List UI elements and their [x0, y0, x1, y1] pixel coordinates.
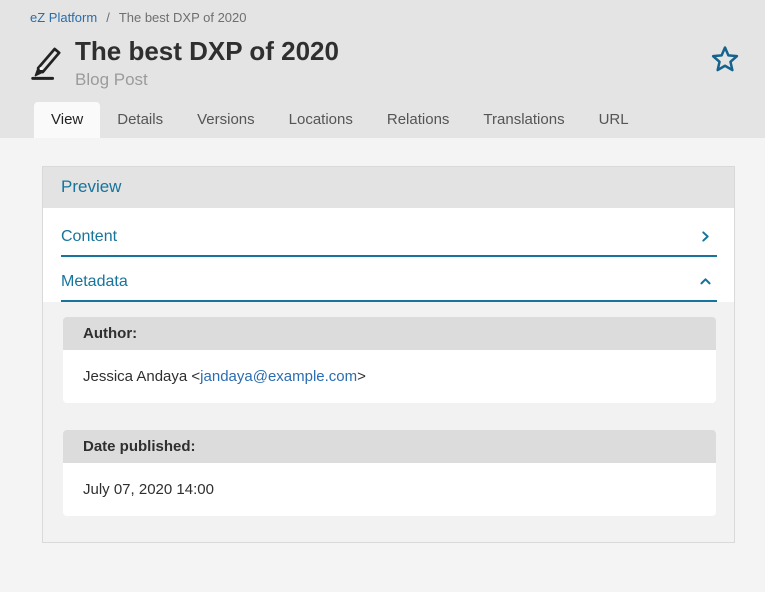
author-label: Author: [63, 317, 716, 350]
breadcrumb-link-home[interactable]: eZ Platform [30, 10, 97, 25]
author-value: Jessica Andaya <jandaya@example.com> [63, 350, 716, 403]
tab-translations[interactable]: Translations [466, 102, 581, 138]
tab-locations[interactable]: Locations [272, 102, 370, 138]
accordion-metadata-label: Metadata [61, 273, 128, 291]
tab-relations[interactable]: Relations [370, 102, 467, 138]
accordion-metadata[interactable]: Metadata [61, 257, 717, 302]
accordion-list: Content Metadata [43, 208, 734, 302]
author-email-link[interactable]: jandaya@example.com [200, 368, 357, 385]
accordion-content[interactable]: Content [61, 212, 717, 257]
top-header: eZ Platform / The best DXP of 2020 The b… [0, 0, 765, 138]
metadata-content: Author: Jessica Andaya <jandaya@example.… [43, 302, 734, 542]
attribute-author: Author: Jessica Andaya <jandaya@example.… [63, 317, 716, 403]
author-value-suffix: > [357, 368, 366, 385]
chevron-up-icon [698, 274, 713, 289]
title-block: The best DXP of 2020 Blog Post [75, 35, 710, 90]
tab-view[interactable]: View [34, 102, 100, 138]
breadcrumb-current: The best DXP of 2020 [119, 10, 247, 25]
main-area: Preview Content Metadata [0, 138, 765, 543]
breadcrumb-separator: / [106, 10, 110, 25]
date-published-value: July 07, 2020 14:00 [63, 463, 716, 516]
tab-details[interactable]: Details [100, 102, 180, 138]
page-title: The best DXP of 2020 [75, 35, 710, 68]
tab-bar: View Details Versions Locations Relation… [0, 102, 765, 138]
preview-panel: Preview Content Metadata [42, 166, 735, 543]
preview-panel-title: Preview [43, 167, 734, 208]
content-type-label: Blog Post [75, 70, 710, 90]
star-icon[interactable] [710, 45, 740, 75]
tab-versions[interactable]: Versions [180, 102, 272, 138]
fountain-pen-icon [28, 41, 66, 81]
attribute-date-published: Date published: July 07, 2020 14:00 [63, 430, 716, 516]
date-published-label: Date published: [63, 430, 716, 463]
chevron-right-icon [698, 229, 713, 244]
tab-url[interactable]: URL [582, 102, 646, 138]
author-name: Jessica Andaya < [83, 368, 200, 385]
accordion-content-label: Content [61, 228, 117, 246]
content-header: The best DXP of 2020 Blog Post [0, 29, 765, 90]
breadcrumb: eZ Platform / The best DXP of 2020 [0, 0, 765, 29]
